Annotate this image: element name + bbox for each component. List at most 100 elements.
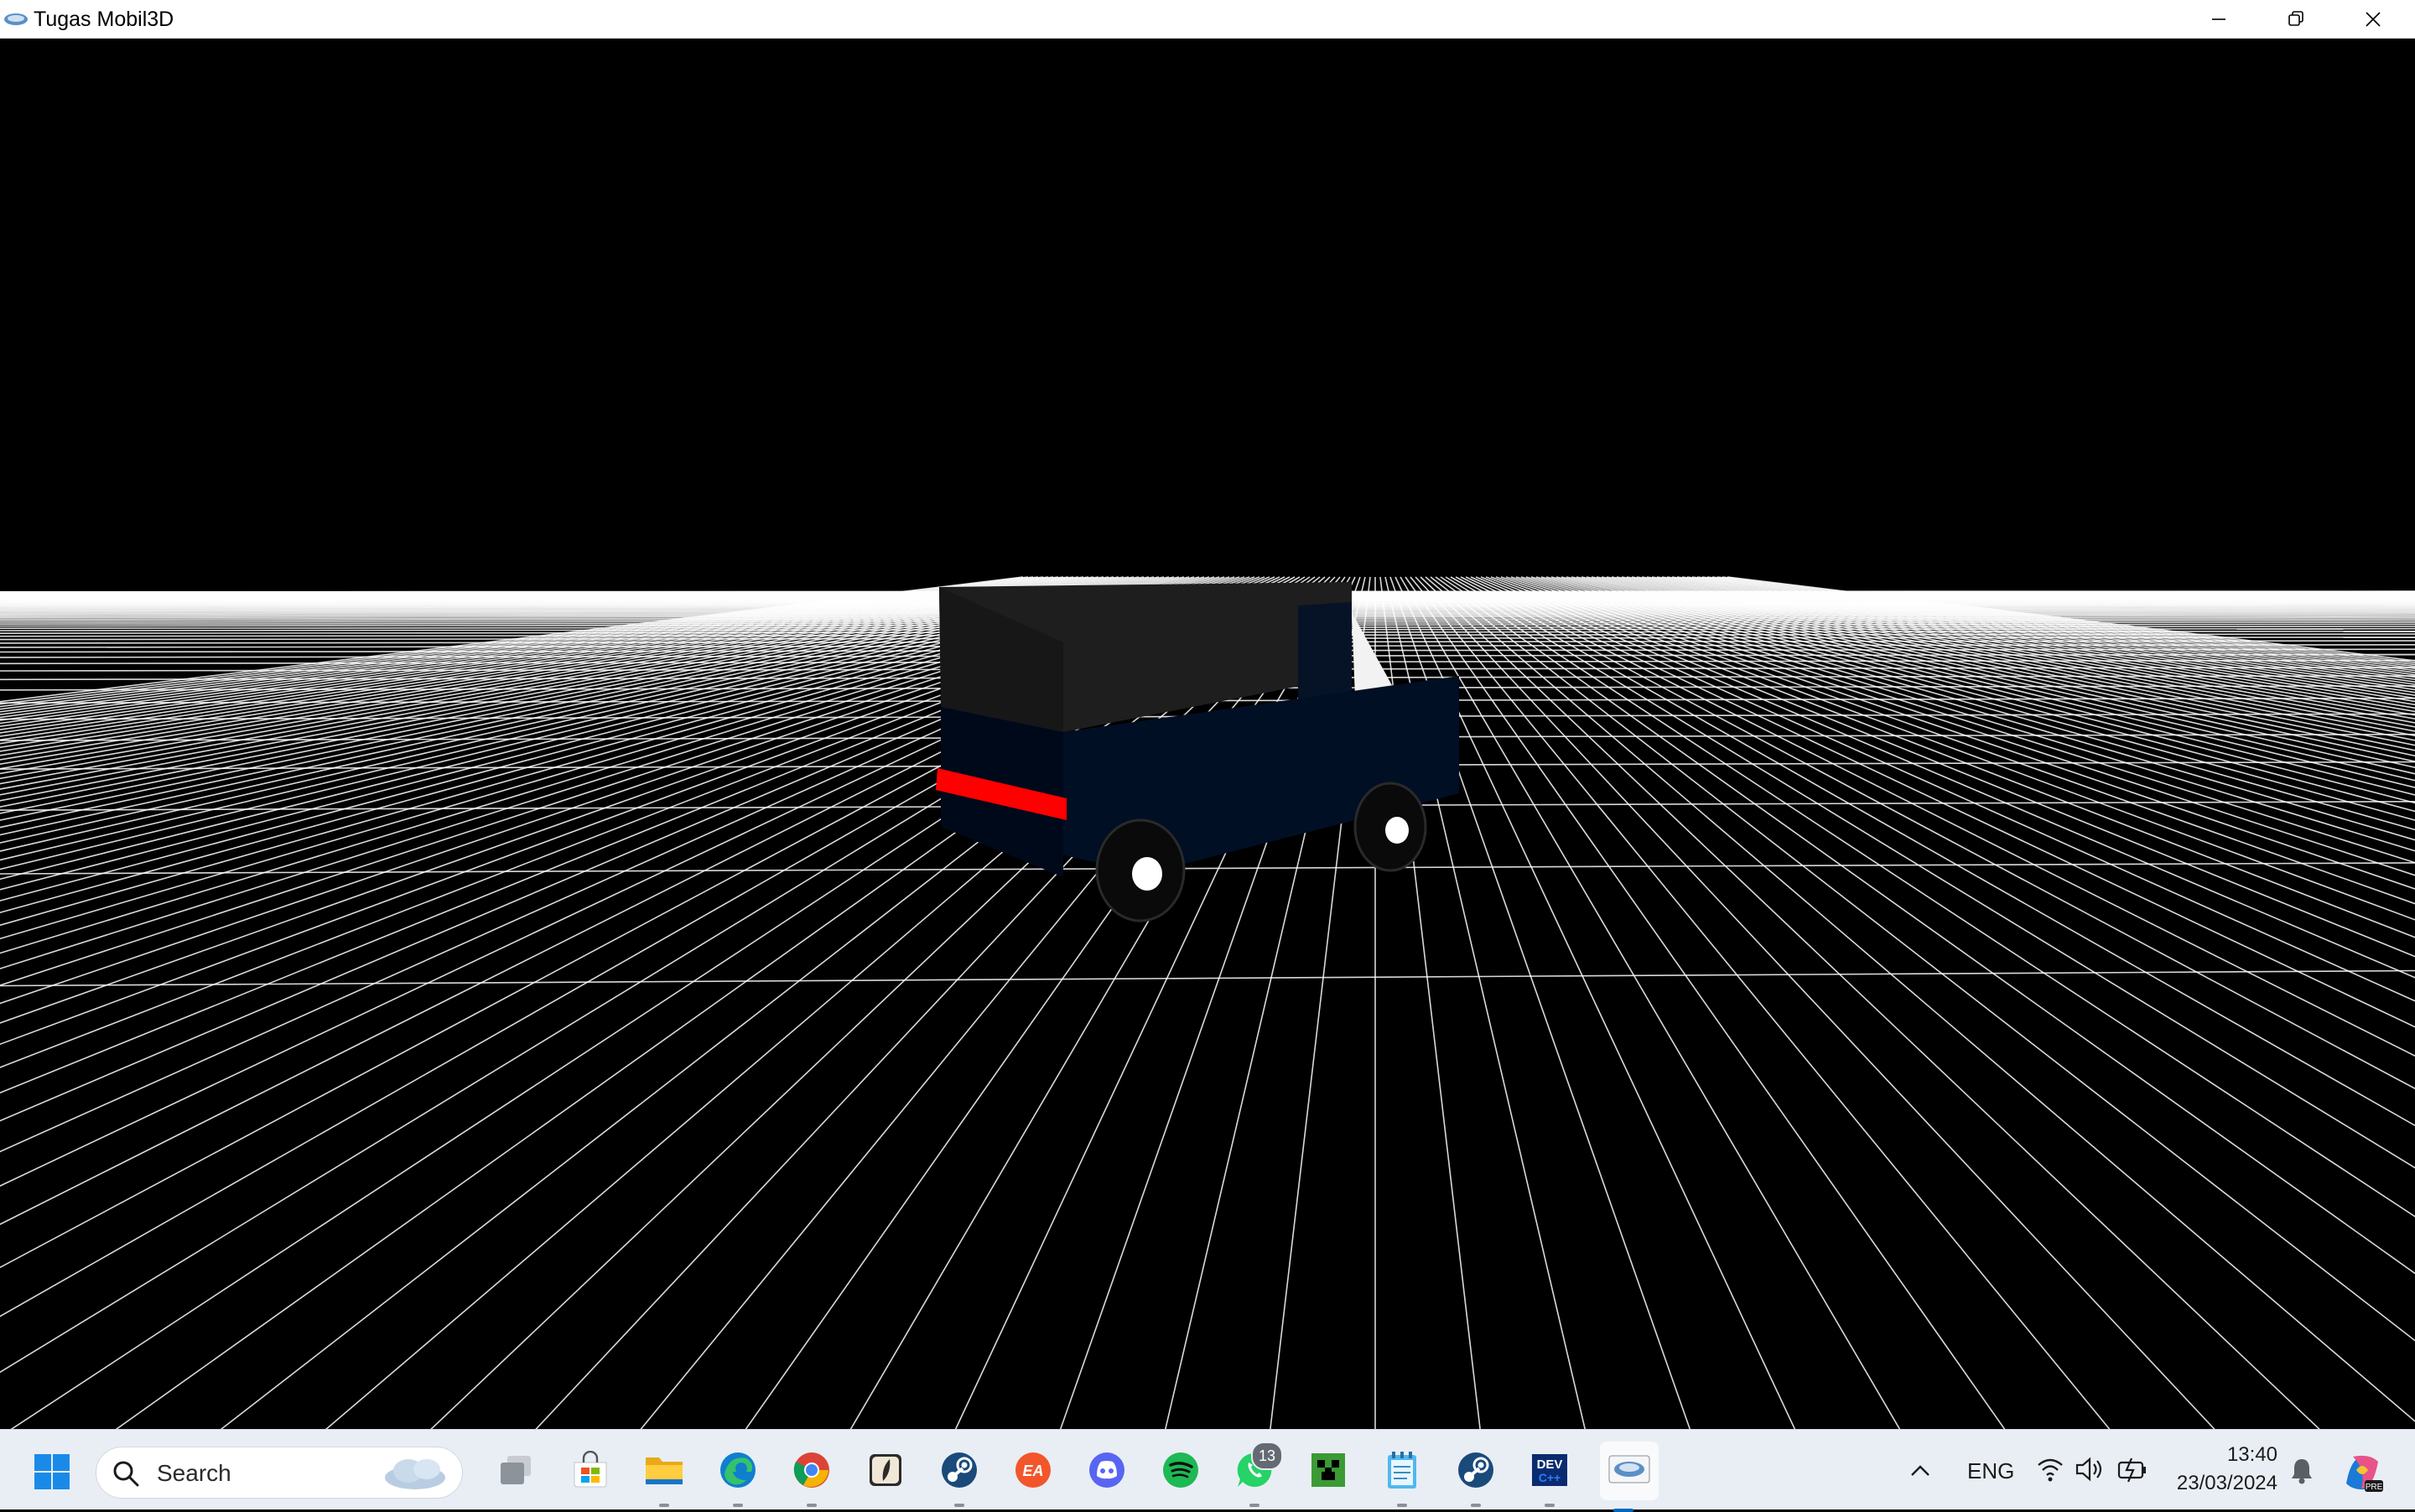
running-indicator bbox=[954, 1504, 964, 1507]
running-indicator bbox=[1397, 1504, 1407, 1507]
car-hub-rear bbox=[1132, 857, 1162, 891]
discord-icon bbox=[1087, 1450, 1127, 1494]
copilot-icon[interactable]: PRE bbox=[2340, 1450, 2385, 1495]
grid-line bbox=[1566, 576, 2415, 769]
battery-charging-icon[interactable] bbox=[2116, 1455, 2148, 1483]
steam-icon bbox=[1456, 1450, 1496, 1494]
steam-icon bbox=[939, 1450, 979, 1494]
running-indicator bbox=[659, 1504, 669, 1507]
grid-line bbox=[1510, 576, 2415, 864]
grid-line bbox=[1445, 576, 2415, 1169]
start-button[interactable] bbox=[29, 1448, 75, 1495]
grid-line bbox=[1586, 576, 2415, 746]
running-indicator bbox=[1471, 1504, 1481, 1507]
cloud-weather-icon bbox=[385, 1459, 445, 1489]
svg-text:DEV: DEV bbox=[1537, 1457, 1563, 1472]
grid-line bbox=[1606, 576, 2415, 728]
running-indicator bbox=[807, 1504, 817, 1507]
clock-time[interactable]: 13:40 bbox=[2225, 1443, 2277, 1467]
notification-bell-icon[interactable] bbox=[2289, 1457, 2314, 1485]
running-indicator bbox=[733, 1504, 743, 1507]
minimize-icon bbox=[2212, 18, 2225, 20]
taskbar-app-steam[interactable] bbox=[936, 1448, 983, 1507]
language-indicator[interactable]: ENG bbox=[1967, 1458, 2014, 1484]
close-button[interactable] bbox=[2334, 0, 2412, 39]
restore-icon bbox=[2288, 11, 2303, 26]
grid-line bbox=[1581, 576, 2415, 751]
taskbar-app-app-feather[interactable] bbox=[862, 1448, 909, 1495]
edge-icon bbox=[718, 1450, 758, 1494]
taskbar-app-steam-2[interactable] bbox=[1452, 1448, 1499, 1507]
grid-line bbox=[1666, 576, 2415, 688]
chrome-icon bbox=[792, 1450, 832, 1494]
car-hub-front bbox=[1385, 817, 1409, 844]
grid-line bbox=[1646, 576, 2415, 699]
notification-badge: 13 bbox=[1251, 1442, 1283, 1470]
taskbar-app-dev-cpp[interactable]: DEV C++ bbox=[1526, 1448, 1573, 1507]
ea-icon: EA bbox=[1013, 1450, 1053, 1494]
svg-text:PRE: PRE bbox=[2366, 1483, 2383, 1492]
notepad-icon bbox=[1384, 1450, 1420, 1494]
taskbar-app-whatsapp[interactable]: 13 bbox=[1231, 1442, 1283, 1507]
svg-text:C++: C++ bbox=[1539, 1471, 1561, 1484]
grid-line bbox=[1425, 576, 2415, 1422]
running-indicator bbox=[1545, 1504, 1555, 1507]
opengl-viewport[interactable] bbox=[0, 39, 2415, 1429]
taskbar-app-minecraft[interactable] bbox=[1305, 1448, 1352, 1495]
chevron-up-icon[interactable] bbox=[1909, 1462, 1932, 1478]
taskbar-app-notepad[interactable] bbox=[1379, 1448, 1426, 1507]
dev-cpp-icon: DEV C++ bbox=[1530, 1450, 1570, 1494]
opengl-icon bbox=[1607, 1452, 1651, 1490]
grid-line bbox=[1430, 576, 2415, 1342]
grid-line bbox=[1555, 576, 2415, 782]
close-icon bbox=[2366, 12, 2381, 27]
grid-line bbox=[1681, 576, 2415, 681]
grid-line bbox=[1540, 576, 2415, 804]
grid-line bbox=[1727, 576, 2415, 662]
taskbar-app-discord[interactable] bbox=[1083, 1448, 1130, 1495]
running-indicator bbox=[1249, 1504, 1259, 1507]
taskbar-app-file-explorer[interactable] bbox=[641, 1448, 688, 1507]
wifi-icon[interactable] bbox=[2036, 1455, 2064, 1483]
grid-line bbox=[1722, 576, 2415, 663]
folder-icon bbox=[643, 1451, 685, 1494]
taskbar-app-spotify[interactable] bbox=[1157, 1448, 1204, 1495]
search-placeholder: Search bbox=[157, 1460, 231, 1486]
grid-line bbox=[1515, 576, 2415, 852]
grid-line bbox=[1676, 576, 2415, 683]
clock-date[interactable]: 23/03/2024 bbox=[2172, 1472, 2277, 1495]
minimize-button[interactable] bbox=[2180, 0, 2257, 39]
spotify-icon bbox=[1161, 1450, 1201, 1494]
title-bar[interactable]: Tugas Mobil3D bbox=[0, 0, 2415, 39]
taskbar-app-ea[interactable]: EA bbox=[1010, 1448, 1057, 1495]
grid-line bbox=[1561, 576, 2415, 775]
feather-icon bbox=[866, 1451, 905, 1494]
app-icon bbox=[3, 12, 29, 27]
volume-icon[interactable] bbox=[2075, 1455, 2105, 1483]
svg-text:EA: EA bbox=[1022, 1463, 1043, 1479]
store-icon bbox=[571, 1450, 610, 1494]
search-icon bbox=[113, 1461, 139, 1487]
windows-logo-icon bbox=[34, 1454, 70, 1489]
task-view-icon bbox=[497, 1451, 536, 1494]
search-box[interactable]: Search bbox=[96, 1447, 463, 1499]
grid-line bbox=[1550, 576, 2415, 788]
grid-line bbox=[1440, 576, 2415, 1218]
grid-line bbox=[1460, 576, 2415, 1057]
restore-button[interactable] bbox=[2257, 0, 2334, 39]
taskbar-app-edge[interactable] bbox=[714, 1448, 761, 1507]
grid-line bbox=[0, 862, 2415, 875]
scene-canvas bbox=[0, 576, 2415, 1429]
taskbar: Search EA 13 DEV C++ ENG 13:40 23/03/2024 bbox=[0, 1429, 2415, 1512]
grid-line bbox=[0, 576, 1084, 737]
grid-line bbox=[1400, 576, 1901, 1429]
ground-grid bbox=[0, 576, 2415, 1429]
taskbar-app-task-view[interactable] bbox=[493, 1448, 540, 1495]
grid-line bbox=[0, 576, 1094, 745]
window-title: Tugas Mobil3D bbox=[34, 8, 174, 31]
taskbar-app-opengl-app[interactable] bbox=[1600, 1442, 1659, 1512]
taskbar-app-microsoft-store[interactable] bbox=[567, 1448, 614, 1495]
creeper-icon bbox=[1309, 1451, 1348, 1494]
taskbar-app-chrome[interactable] bbox=[788, 1448, 835, 1507]
grid-line bbox=[1525, 576, 2415, 831]
